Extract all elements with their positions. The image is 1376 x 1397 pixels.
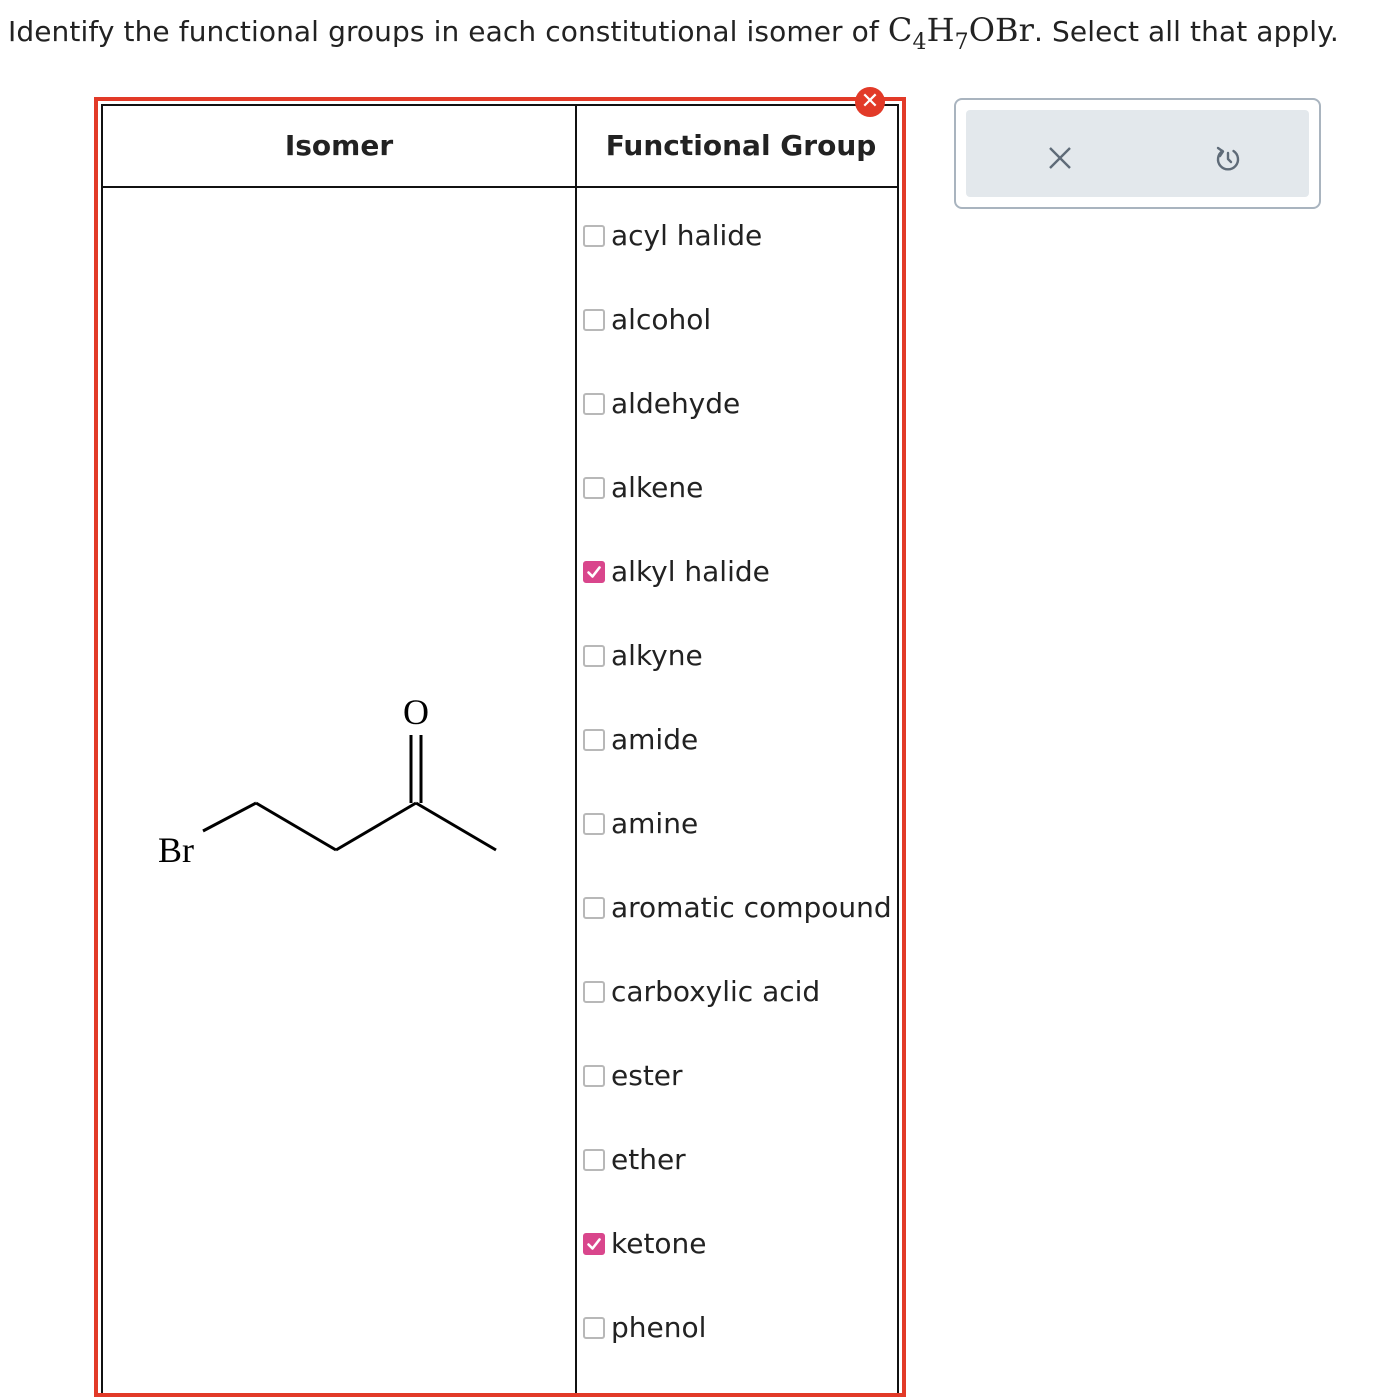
checkbox[interactable]: [583, 813, 605, 835]
functional-group-option[interactable]: carboxylic acid: [583, 975, 820, 1009]
checkbox[interactable]: [583, 1065, 605, 1087]
formula-h: H: [926, 11, 955, 49]
checkbox[interactable]: [583, 225, 605, 247]
functional-group-option[interactable]: alkene: [583, 471, 703, 505]
functional-group-option[interactable]: acyl halide: [583, 219, 762, 253]
checkbox[interactable]: [583, 1317, 605, 1339]
close-icon: [1049, 147, 1071, 169]
formula-rest: OBr: [968, 11, 1035, 49]
checkbox[interactable]: [583, 393, 605, 415]
undo-icon: [1216, 146, 1240, 171]
functional-group-label: ether: [611, 1143, 686, 1176]
undo-button[interactable]: [1210, 140, 1246, 176]
functional-group-label: ketone: [611, 1227, 707, 1260]
checkmark-icon: [587, 1238, 601, 1250]
functional-group-option[interactable]: alcohol: [583, 303, 711, 337]
answer-toolbar: [954, 98, 1321, 209]
checkbox[interactable]: [583, 477, 605, 499]
checkmark-icon: [587, 566, 601, 578]
header-divider: [103, 186, 897, 188]
bond-c1-c2: [255, 801, 337, 852]
isomer-structure: Br O: [158, 692, 497, 870]
incorrect-badge-icon: ✕: [855, 87, 885, 117]
toolbar-panel: [966, 110, 1309, 197]
functional-group-option[interactable]: ether: [583, 1143, 686, 1177]
functional-group-label: alcohol: [611, 303, 712, 336]
functional-group-option[interactable]: amine: [583, 807, 698, 841]
functional-group-label: aromatic compound: [611, 891, 892, 924]
functional-group-option[interactable]: aromatic compound: [583, 891, 892, 925]
question-text-before: Identify the functional groups in each c…: [8, 15, 879, 48]
header-isomer: Isomer: [284, 129, 394, 162]
checkbox[interactable]: [583, 981, 605, 1003]
checkbox[interactable]: [583, 1149, 605, 1171]
functional-group-option[interactable]: aldehyde: [583, 387, 740, 421]
functional-group-option[interactable]: ketone: [583, 1227, 707, 1261]
question-prompt: Identify the functional groups in each c…: [8, 10, 1339, 54]
functional-group-option[interactable]: alkyne: [583, 639, 703, 673]
column-divider: [575, 106, 577, 1393]
functional-group-label: amide: [611, 723, 699, 756]
functional-group-option[interactable]: phenol: [583, 1311, 706, 1345]
functional-group-label: aldehyde: [611, 387, 741, 420]
formula-c: C: [887, 11, 913, 49]
checkbox[interactable]: [583, 1233, 605, 1255]
functional-group-option[interactable]: amide: [583, 723, 698, 757]
header-functional-group: Functional Group: [605, 129, 877, 162]
clear-button[interactable]: [1042, 140, 1078, 176]
checkbox[interactable]: [583, 645, 605, 667]
functional-group-label: alkyl halide: [611, 555, 770, 588]
functional-group-label: ester: [611, 1059, 683, 1092]
formula-c-count: 4: [912, 30, 927, 55]
formula-h-count: 7: [954, 30, 969, 55]
functional-group-label: alkyne: [611, 639, 703, 672]
checkbox[interactable]: [583, 897, 605, 919]
functional-group-label: amine: [611, 807, 699, 840]
functional-group-label: alkene: [611, 471, 704, 504]
molecular-formula: C4H7OBr: [887, 11, 1035, 54]
functional-group-label: carboxylic acid: [611, 975, 821, 1008]
question-text-after: . Select all that apply.: [1034, 15, 1339, 48]
bond-c2-c3: [335, 801, 417, 852]
functional-group-label: phenol: [611, 1311, 707, 1344]
atom-label-br: Br: [158, 830, 194, 870]
checkbox[interactable]: [583, 309, 605, 331]
bond-c3-c4: [415, 801, 497, 852]
bond-br-c1: [202, 801, 257, 833]
functional-group-option[interactable]: ester: [583, 1059, 683, 1093]
checkbox[interactable]: [583, 561, 605, 583]
checkbox[interactable]: [583, 729, 605, 751]
atom-label-o: O: [403, 692, 429, 732]
functional-group-option[interactable]: alkyl halide: [583, 555, 770, 589]
functional-group-label: acyl halide: [611, 219, 763, 252]
